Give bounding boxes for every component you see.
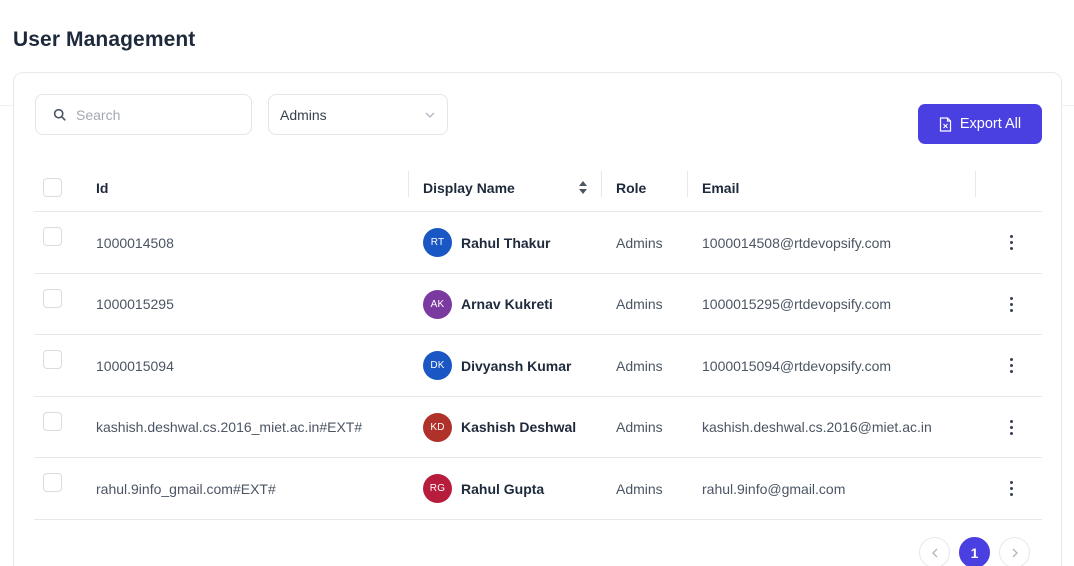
column-divider [601,171,602,197]
avatar: RG [423,474,452,504]
display-name-cell: RG Rahul Gupta [423,458,544,520]
row-actions-kebab-icon[interactable] [1003,212,1019,274]
display-name: Kashish Deshwal [461,419,577,436]
search-input[interactable] [76,106,226,123]
search-icon [53,108,66,121]
export-all-button[interactable]: Export All [918,104,1042,144]
role-filter-select[interactable]: Admins [268,94,448,135]
user-email: 1000015295@rtdevopsify.com [702,296,892,313]
display-name-cell: KD Kashish Deshwal [423,397,576,459]
sort-icon[interactable] [579,181,587,194]
column-divider [408,171,409,197]
user-email: kashish.deshwal.cs.2016@miet.ac.in [702,419,932,436]
user-id: 1000015094 [96,357,174,374]
row-actions-kebab-icon[interactable] [1003,335,1019,397]
table-row[interactable]: kashish.deshwal.cs.2016_miet.ac.in#EXT# K… [34,397,1042,459]
select-all-checkbox[interactable] [43,178,62,197]
users-table: Id Display Name Role Email 1000014508 RT R… [34,163,1042,520]
avatar: KD [423,412,452,442]
user-role: Admins [616,419,663,436]
column-header-id[interactable]: Id [96,163,108,212]
table-row[interactable]: 1000014508 RT Rahul Thakur Admins 1000014508… [34,212,1042,274]
column-header-email[interactable]: Email [702,163,739,212]
export-all-label: Export All [959,116,1022,132]
user-id: 1000015295 [96,296,174,313]
row-actions-kebab-icon[interactable] [1003,397,1019,459]
display-name: Divyansh Kumar [461,357,572,374]
user-role: Admins [616,296,663,313]
avatar: AK [423,289,452,319]
display-name-cell: RT Rahul Thakur [423,212,550,274]
display-name: Rahul Gupta [461,480,545,497]
table-header: Id Display Name Role Email [34,163,1042,212]
chevron-left-icon [931,548,937,557]
user-email: 1000015094@rtdevopsify.com [702,357,892,374]
table-row[interactable]: 1000015094 DK Divyansh Kumar Admins 10000150… [34,335,1042,397]
previous-page-button[interactable] [919,537,950,566]
display-name-cell: AK Arnav Kukreti [423,274,553,336]
chevron-down-icon [425,112,435,118]
file-export-icon [939,116,951,132]
row-actions-kebab-icon[interactable] [1003,274,1019,336]
user-id: 1000014508 [96,234,174,251]
column-divider [975,171,976,197]
avatar: DK [423,351,452,381]
table-row[interactable]: 1000015295 AK Arnav Kukreti Admins 100001529… [34,274,1042,336]
pagination: 1 [919,537,1030,566]
page-button-current[interactable]: 1 [959,537,990,566]
user-role: Admins [616,480,663,497]
row-actions-kebab-icon[interactable] [1003,458,1019,520]
user-email: rahul.9info@gmail.com [702,480,846,497]
next-page-button[interactable] [999,537,1030,566]
user-email: 1000014508@rtdevopsify.com [702,234,892,251]
display-name-cell: DK Divyansh Kumar [423,335,571,397]
page-title: User Management [13,28,196,51]
column-header-role[interactable]: Role [616,163,646,212]
row-checkbox[interactable] [43,411,62,431]
column-divider [687,171,688,197]
table-row[interactable]: rahul.9info_gmail.com#EXT# RG Rahul Gupta A… [34,458,1042,520]
row-checkbox[interactable] [43,350,62,369]
display-name: Rahul Thakur [461,234,551,251]
chevron-right-icon [1012,548,1018,557]
row-checkbox[interactable] [43,227,62,246]
user-id: rahul.9info_gmail.com#EXT# [96,480,276,497]
row-checkbox[interactable] [43,288,62,308]
user-id: kashish.deshwal.cs.2016_miet.ac.in#EXT# [96,419,363,436]
users-card: Admins Export All Id Display Name [13,72,1062,566]
display-name: Arnav Kukreti [461,296,553,313]
search-box[interactable] [35,94,252,135]
user-role: Admins [616,234,663,251]
user-role: Admins [616,357,663,374]
column-header-display-name[interactable]: Display Name [423,163,587,212]
row-checkbox[interactable] [43,473,62,492]
avatar: RT [423,228,452,258]
column-header-display-name-label: Display Name [423,179,515,196]
role-filter-value: Admins [280,106,327,123]
